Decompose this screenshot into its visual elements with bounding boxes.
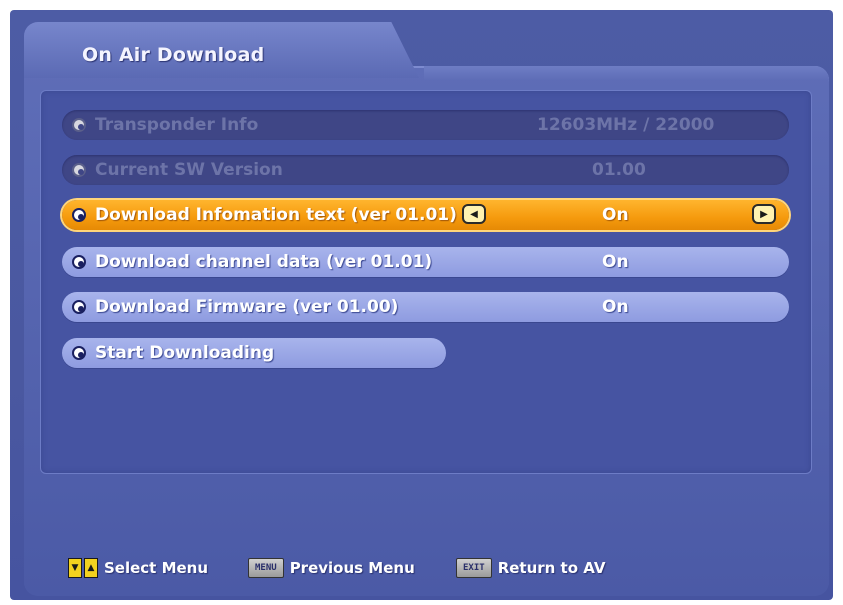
menu-key-icon: MENU xyxy=(248,558,284,578)
footer-select-hint: ▼ ▲ Select Menu xyxy=(68,556,208,580)
menu-item-value: On xyxy=(602,252,629,272)
menu-item-value: 12603MHz / 22000 xyxy=(537,115,715,135)
menu-item-current-sw-version: Current SW Version 01.00 xyxy=(62,155,789,185)
menu-item-value: 01.00 xyxy=(592,160,646,180)
footer-exit-hint: EXIT Return to AV xyxy=(456,556,605,580)
menu-item-label: Download Firmware (ver 01.00) xyxy=(95,297,399,317)
menu-item-label: Download Infomation text (ver 01.01) xyxy=(95,205,457,225)
down-arrow-key-icon: ▼ xyxy=(68,558,82,578)
up-arrow-key-icon: ▲ xyxy=(84,558,98,578)
menu-item-value: On xyxy=(602,205,629,225)
menu-item-label: Transponder Info xyxy=(95,115,259,135)
menu-item-label: Download channel data (ver 01.01) xyxy=(95,252,433,272)
radio-bullet-icon xyxy=(72,163,86,177)
menu-item-label: Start Downloading xyxy=(95,343,275,363)
triangle-right-icon[interactable]: ▶ xyxy=(752,204,776,224)
radio-bullet-icon xyxy=(72,208,86,222)
return-to-av-label: Return to AV xyxy=(497,559,606,577)
radio-bullet-icon xyxy=(72,255,86,269)
footer-previous-hint: MENU Previous Menu xyxy=(248,556,415,580)
radio-bullet-icon xyxy=(72,346,86,360)
menu-item-download-channel-data[interactable]: Download channel data (ver 01.01) On xyxy=(62,247,789,277)
menu-item-download-firmware[interactable]: Download Firmware (ver 01.00) On xyxy=(62,292,789,322)
triangle-left-icon[interactable]: ◀ xyxy=(462,204,486,224)
menu-item-download-info-text[interactable]: Download Infomation text (ver 01.01) ◀ O… xyxy=(62,200,789,230)
radio-bullet-icon xyxy=(72,300,86,314)
menu-item-transponder-info: Transponder Info 12603MHz / 22000 xyxy=(62,110,789,140)
exit-key-icon: EXIT xyxy=(456,558,492,578)
select-menu-label: Select Menu xyxy=(104,559,209,577)
menu-item-label: Current SW Version xyxy=(95,160,283,180)
radio-bullet-icon xyxy=(72,118,86,132)
page-title: On Air Download xyxy=(82,44,265,66)
start-downloading-button[interactable]: Start Downloading xyxy=(62,338,446,368)
menu-item-value: On xyxy=(602,297,629,317)
menu-panel xyxy=(40,90,812,474)
previous-menu-label: Previous Menu xyxy=(289,559,415,577)
